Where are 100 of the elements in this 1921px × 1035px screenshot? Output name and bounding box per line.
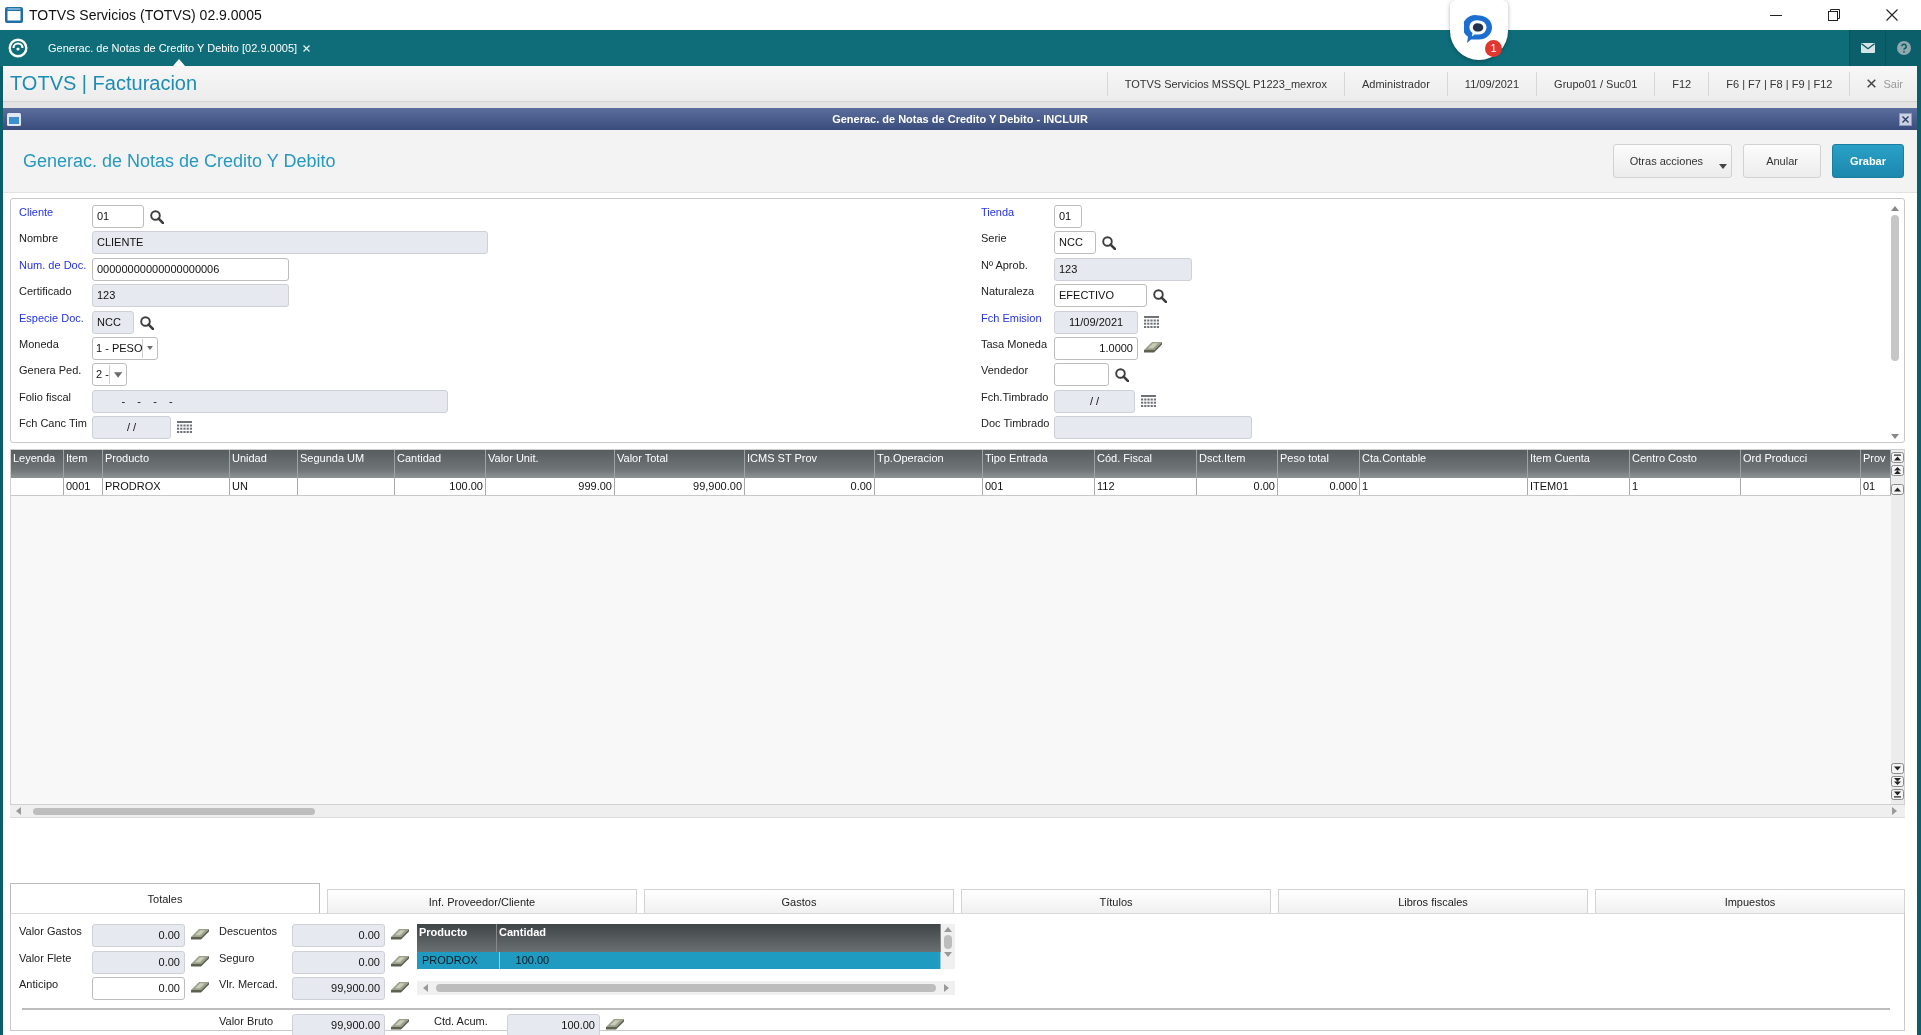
session-info: Grupo01 / Suc01 [1536,71,1655,96]
input-field[interactable]: 00000000000000000006 [92,257,289,281]
input-field[interactable] [1054,363,1109,387]
help-button[interactable] [1885,30,1921,66]
folder-tab[interactable]: Gastos [644,889,954,913]
money-icon[interactable] [391,1018,409,1031]
money-icon[interactable] [391,955,409,968]
scroll-to-bottom-icon[interactable] [1891,789,1904,800]
field-label: Genera Ped. [19,363,83,378]
module-title: TOTVS | Facturacion [10,72,198,95]
money-icon[interactable] [391,982,409,994]
field-label: Cliente [19,205,55,219]
folder-tab[interactable]: Títulos [961,889,1271,913]
money-icon[interactable] [606,1018,624,1031]
input-field[interactable]: 01 [92,205,144,228]
session-info: F6 | F7 | F8 | F9 | F12 [1708,71,1850,96]
search-icon[interactable] [1115,368,1129,383]
session-info: Administrador [1344,71,1447,96]
field-label: Serie [981,231,1008,246]
search-icon[interactable] [150,210,164,224]
caret-icon [1719,164,1728,169]
caret-icon [113,371,122,378]
field-label: Anticipo [19,977,60,991]
table-cell: 0.00 [1197,478,1278,495]
field-label: Fch Emision [981,310,1043,325]
field-label: Seguro [219,950,256,965]
chat-button[interactable]: 1 [1450,0,1508,60]
dropdown-field[interactable]: 1 - PESO [92,336,158,360]
action-button[interactable]: Grabar [1831,144,1904,178]
chat-bubble-icon [1464,14,1494,44]
field-label: Especie Doc. [19,310,85,325]
input-field[interactable]: 1.0000 [1054,336,1138,360]
mail-icon [1860,43,1875,53]
folder-tab[interactable]: Libros fiscales [1278,889,1588,913]
search-icon[interactable] [1102,236,1116,251]
field-label: Tienda [981,205,1016,219]
session-info: F12 [1654,71,1709,96]
money-icon[interactable] [191,929,209,941]
app-tab[interactable]: Generac. de Notas de Credito Y Debito [02.9.0005] [44,30,315,66]
caret-icon [147,345,153,352]
ring-logo-icon [8,38,28,58]
input-field[interactable]: 0.00 [92,977,185,1000]
scrollbar-thumb[interactable] [1891,215,1899,361]
table-cell: 0001 [64,478,103,495]
folder-tab[interactable]: Impuestos [1595,889,1905,913]
scroll-to-top-icon[interactable] [1891,452,1904,463]
pointer-icon [173,59,185,66]
money-icon[interactable] [191,955,209,968]
calendar-icon[interactable] [177,421,192,434]
table-cell: PRODROX [103,478,230,495]
scrollbar-thumb[interactable] [33,807,315,815]
double-up-arrow-icon[interactable] [1891,465,1904,476]
down-arrow-icon[interactable] [1891,763,1904,774]
table-cell: ITEM01 [1528,478,1630,495]
field-label: Tasa Moneda [981,336,1049,351]
calendar-icon[interactable] [1144,315,1159,328]
menu-button[interactable]: Otras acciones [1612,144,1733,178]
table-cell: PRODROX [420,952,500,969]
money-icon[interactable] [1144,341,1162,354]
search-icon[interactable] [1153,289,1167,304]
field-label: Valor Gastos [19,924,83,938]
close-icon [1886,9,1898,21]
close-icon[interactable] [1899,112,1912,126]
field-label: Certificado [19,284,73,299]
field-label: Vendedor [981,363,1030,378]
field-label: Moneda [19,336,60,351]
field-label: Num. de Doc. [19,257,88,272]
window-icon [5,7,23,23]
double-down-arrow-icon[interactable] [1891,776,1904,787]
field-label: Valor Bruto [219,1013,275,1028]
field-label: Fch.Timbrado [981,389,1050,404]
calendar-icon[interactable] [1141,394,1156,407]
table-cell: UN [230,478,298,495]
action-button[interactable]: Anular [1743,144,1821,178]
table-cell: 112 [1095,478,1197,495]
scrollbar-thumb[interactable] [436,984,936,992]
search-icon[interactable] [140,315,154,330]
field-label: Folio fiscal [19,389,72,404]
folder-tab[interactable]: Inf. Proveedor/Cliente [327,889,637,913]
table-row[interactable]: PRODROX 100.00 [417,952,941,969]
close-icon [1867,79,1877,88]
field-label: Vlr. Mercad. [219,977,279,991]
scrollbar-thumb[interactable] [944,935,952,949]
input-field[interactable]: NCC [1054,231,1096,255]
dropdown-field[interactable]: 2 - [92,363,127,387]
money-icon[interactable] [191,982,209,994]
input-field[interactable]: 01 [1054,205,1082,228]
table-cell: 001 [983,478,1095,495]
window-icon [7,112,21,126]
restore-icon [1828,9,1840,21]
up-arrow-icon[interactable] [1891,484,1904,495]
input-field[interactable]: EFECTIVO [1054,284,1147,308]
mail-button[interactable] [1849,30,1885,66]
session-info: 11/09/2021 [1446,71,1537,96]
folder-tab[interactable]: Totales [10,883,320,913]
dialog-heading: Generac. de Notas de Credito Y Debito [23,150,336,172]
table-cell: 1 [1630,478,1741,495]
table-cell: 999.00 [486,478,615,495]
field-label: Naturaleza [981,284,1036,299]
money-icon[interactable] [391,929,409,941]
